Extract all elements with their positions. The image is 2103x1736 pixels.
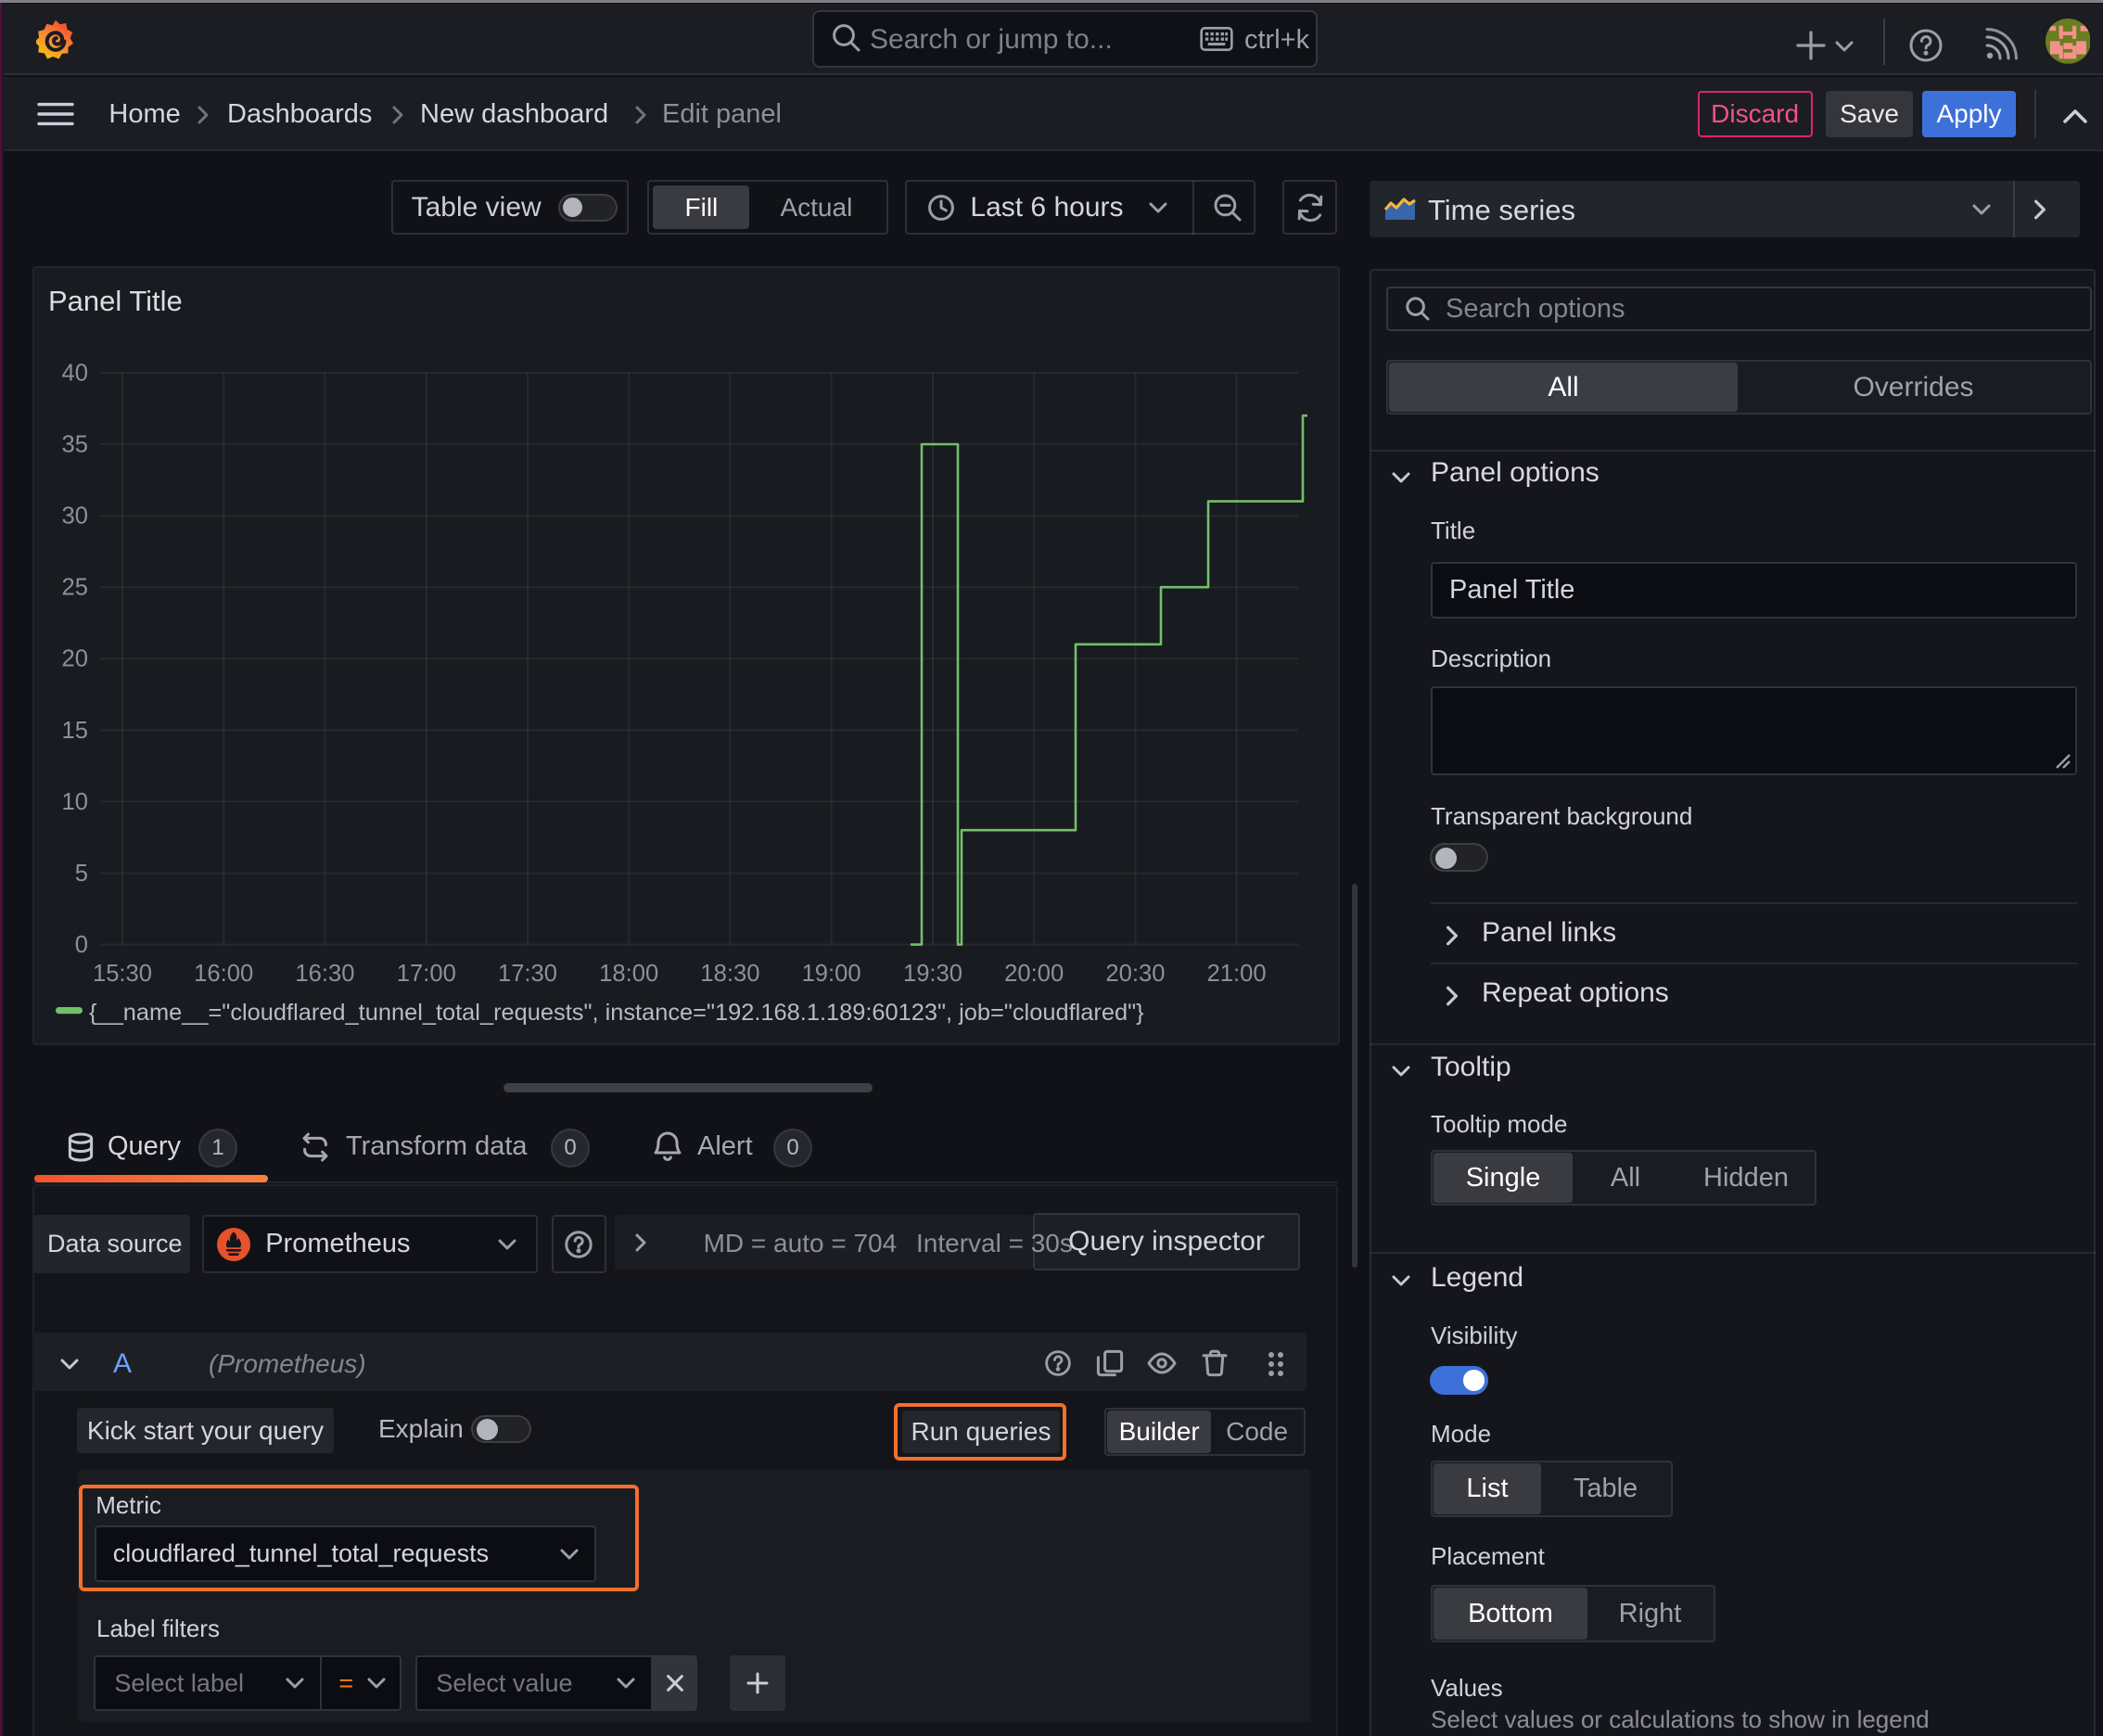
svg-text:16:00: 16:00 <box>194 961 253 987</box>
svg-text:18:00: 18:00 <box>599 961 658 987</box>
svg-text:30: 30 <box>62 504 88 530</box>
svg-text:20:30: 20:30 <box>1105 961 1165 987</box>
svg-text:25: 25 <box>62 575 88 601</box>
svg-text:19:30: 19:30 <box>903 961 962 987</box>
svg-text:17:30: 17:30 <box>498 961 557 987</box>
svg-text:15:30: 15:30 <box>93 961 152 987</box>
svg-text:19:00: 19:00 <box>802 961 861 987</box>
svg-text:35: 35 <box>62 431 88 457</box>
svg-text:40: 40 <box>62 360 88 386</box>
svg-text:20: 20 <box>62 646 88 672</box>
svg-text:20:00: 20:00 <box>1004 961 1064 987</box>
svg-text:0: 0 <box>75 932 88 958</box>
svg-text:17:00: 17:00 <box>397 961 456 987</box>
svg-text:15: 15 <box>62 718 88 744</box>
svg-text:{__name__="cloudflared_tunnel_: {__name__="cloudflared_tunnel_total_requ… <box>89 1000 1144 1026</box>
svg-text:16:30: 16:30 <box>295 961 354 987</box>
svg-text:5: 5 <box>75 861 88 887</box>
svg-text:18:30: 18:30 <box>700 961 759 987</box>
svg-text:21:00: 21:00 <box>1207 961 1267 987</box>
svg-text:10: 10 <box>62 789 88 815</box>
